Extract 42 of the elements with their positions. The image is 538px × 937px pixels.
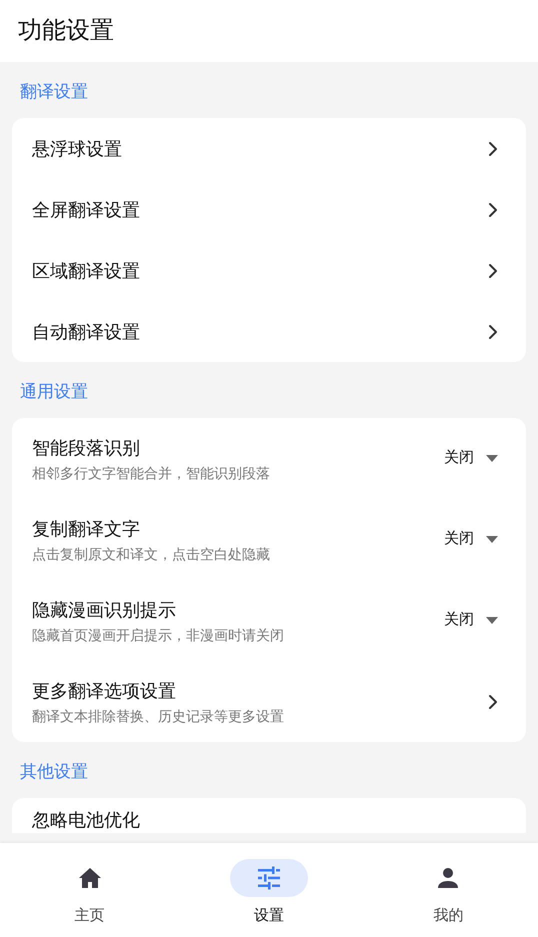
caret-down-icon [486, 536, 498, 543]
row-title[interactable]: 忽略电池优化 [32, 808, 140, 832]
row-description: 点击复制原文和译文，点击空白处隐藏 [32, 544, 270, 562]
chevron-right-icon [488, 324, 498, 340]
section-heading: 其他设置 [20, 761, 88, 784]
sliders-icon [256, 866, 281, 890]
caret-down-icon [486, 455, 498, 462]
row-title: 更多翻译选项设置 [32, 680, 177, 702]
row-title: 隐藏漫画识别提示 [32, 598, 177, 622]
settings-row[interactable]: 复制翻译文字 点击复制原文和译文，点击空白处隐藏 关闭 [12, 499, 526, 580]
settings-row[interactable]: 全屏翻译设置 [12, 179, 526, 240]
row-title: 智能段落识别 [32, 436, 141, 460]
nav-tab[interactable]: 主页 [0, 843, 180, 937]
row-title: 区域翻译设置 [32, 260, 140, 282]
chevron-right-icon [488, 262, 498, 278]
settings-row[interactable]: 自动翻译设置 [12, 301, 526, 362]
row-title: 自动翻译设置 [32, 320, 140, 344]
settings-row[interactable]: 更多翻译选项设置 翻译文本排除替换、历史记录等更多设置 [12, 661, 526, 742]
settings-row[interactable]: 隐藏漫画识别提示 隐藏首页漫画开启提示，非漫画时请关闭 关闭 [12, 580, 526, 661]
section-heading: 通用设置 [20, 381, 88, 404]
chevron-right-icon [488, 202, 498, 218]
row-description: 相邻多行文字智能合并，智能识别段落 [32, 464, 270, 482]
chevron-right-icon [488, 140, 498, 156]
nav-tab[interactable]: 我的 [358, 843, 538, 937]
row-title: 复制翻译文字 [32, 518, 141, 540]
row-description: 翻译文本排除替换、历史记录等更多设置 [32, 706, 284, 724]
settings-row[interactable]: 悬浮球设置 [12, 118, 526, 179]
dropdown-value: 关闭 [444, 529, 474, 550]
person-icon [437, 867, 460, 889]
dropdown-value: 关闭 [444, 610, 474, 630]
nav-tab[interactable]: 设置 [179, 843, 359, 937]
chevron-right-icon [488, 694, 498, 710]
section-heading: 翻译设置 [20, 81, 88, 104]
row-title: 悬浮球设置 [32, 138, 122, 160]
settings-row[interactable]: 智能段落识别 相邻多行文字智能合并，智能识别段落 关闭 [12, 418, 526, 499]
home-icon [78, 867, 102, 889]
settings-row[interactable]: 区域翻译设置 [12, 240, 526, 301]
row-description: 隐藏首页漫画开启提示，非漫画时请关闭 [32, 626, 284, 644]
dropdown-value: 关闭 [444, 448, 474, 468]
page-title: 功能设置 [18, 16, 114, 46]
row-title: 全屏翻译设置 [32, 198, 140, 222]
caret-down-icon [486, 617, 498, 624]
